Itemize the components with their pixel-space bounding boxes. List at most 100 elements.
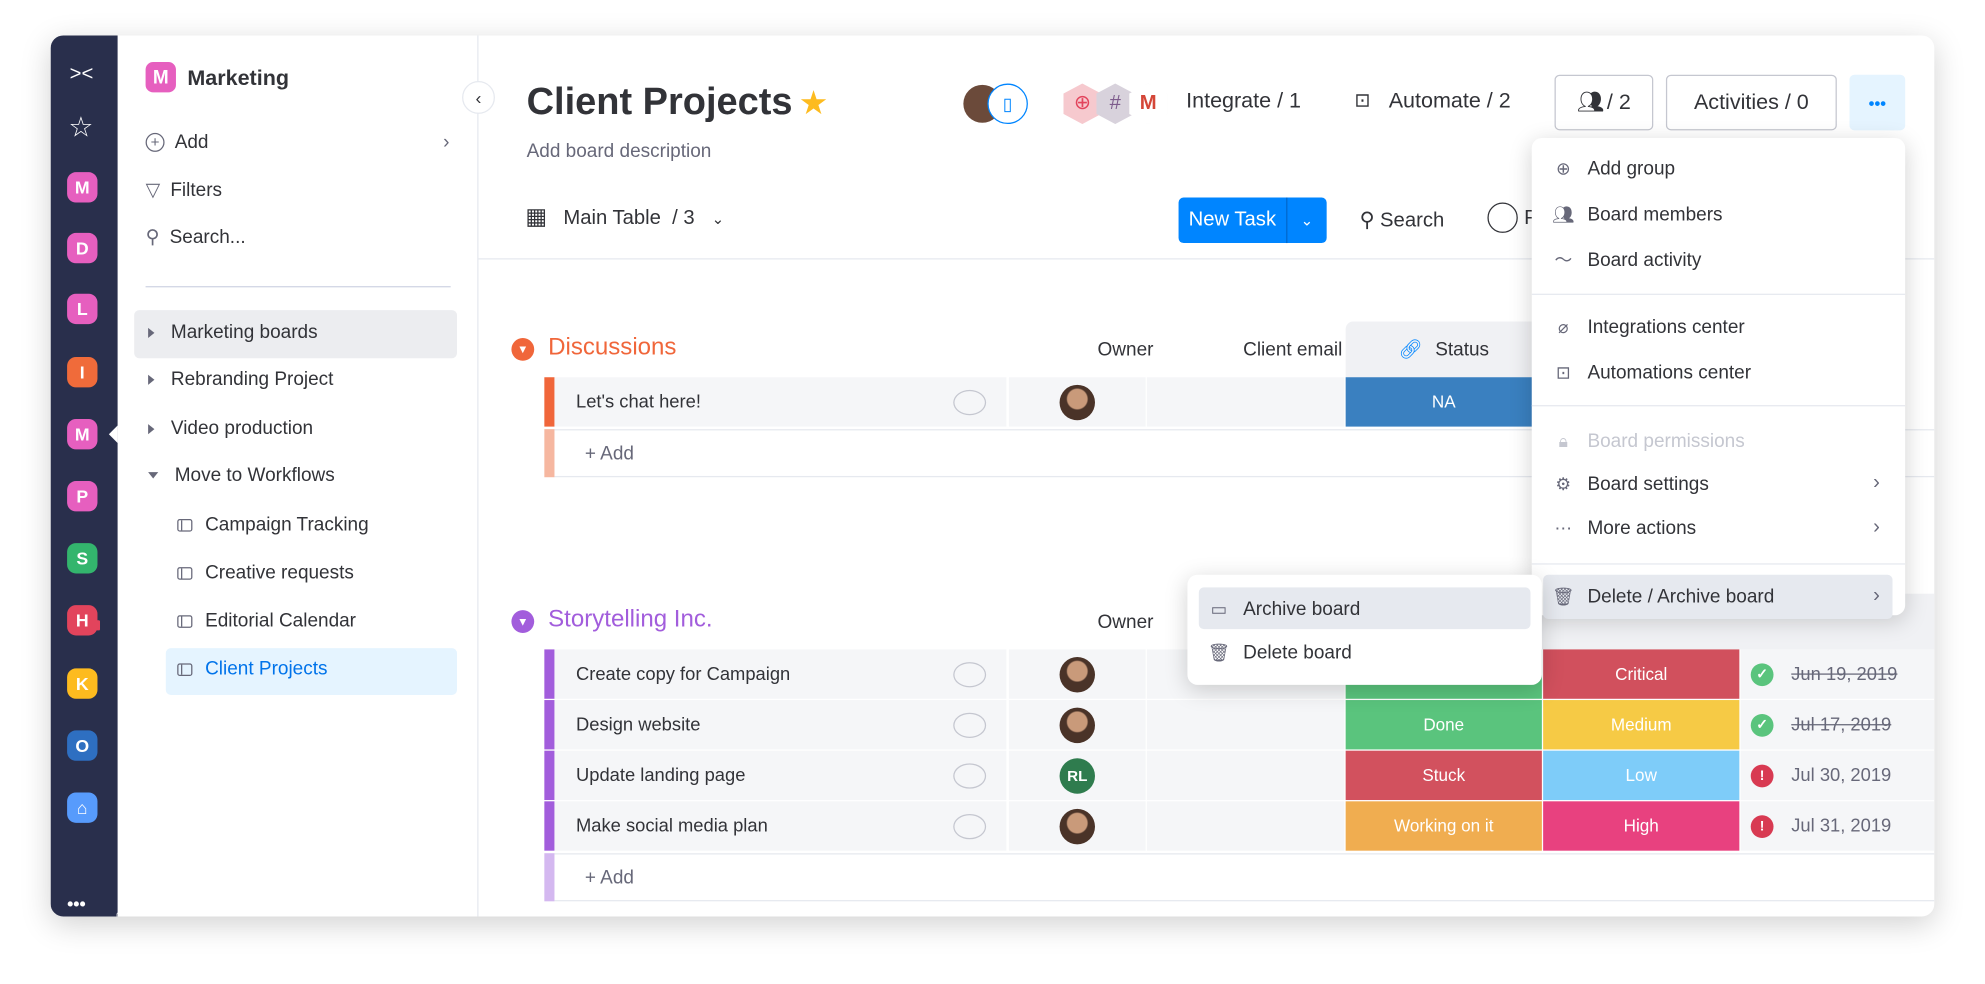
add-item-row[interactable] [554,853,1935,902]
board-item[interactable]: Campaign Tracking [177,514,369,535]
menu-item-integrations-center[interactable]: ⌀ Integrations center [1552,306,1893,347]
add-item[interactable]: + Add › [145,132,449,153]
priority-cell[interactable]: Low [1543,750,1740,801]
owner-cell[interactable] [1008,377,1146,427]
owner-cell[interactable] [1008,801,1146,851]
column-header-owner[interactable]: Owner [1098,611,1154,633]
automate-button[interactable]: Automate / 2 [1389,89,1511,114]
priority-cell[interactable]: Critical [1543,649,1740,699]
view-selector[interactable]: Main Table / 3 ⌄ [563,208,724,231]
workspace-m-icon[interactable]: M [67,419,98,450]
workspace-l-icon[interactable]: L [67,293,98,325]
comment-bubble-icon[interactable] [953,813,987,839]
priority-cell[interactable]: Medium [1543,700,1740,750]
search-item[interactable]: ⚲ Search... [146,225,246,248]
person-filter-icon[interactable] [1487,202,1518,233]
chevron-down-icon[interactable]: ⌄ [1287,197,1326,243]
status-cell[interactable]: Working on it [1345,801,1542,851]
date-cell[interactable]: ✓ Jul 17, 2019 [1740,700,1935,750]
owner-cell[interactable] [1008,649,1146,699]
date-cell[interactable]: ✓ Jun 19, 2019 [1740,649,1935,699]
filters-item[interactable]: ▽ Filters [146,178,222,201]
column-header-email[interactable]: Client email [1243,339,1342,361]
filter-icon: ▽ [145,179,161,202]
owner-cell[interactable] [1008,700,1146,750]
folder-item[interactable]: Rebranding Project [148,368,333,390]
slack-icon[interactable]: # [1096,83,1135,125]
group-title[interactable]: Discussions [548,334,676,362]
workspace-d-icon[interactable]: D [67,232,98,264]
column-header-owner[interactable]: Owner [1098,339,1154,361]
item-name[interactable]: Design website [554,700,1007,750]
item-name[interactable]: Create copy for Campaign [554,649,1007,699]
favorite-star-icon[interactable]: ★ [799,84,829,123]
comment-bubble-icon[interactable] [953,661,987,687]
search-button[interactable]: ⚲ Search [1360,208,1445,233]
workspace-name[interactable]: Marketing [187,66,289,91]
status-cell[interactable]: Stuck [1345,750,1542,801]
workspace-p-icon[interactable]: P [67,481,98,512]
email-cell[interactable] [1146,801,1345,851]
collapse-icon[interactable]: >< [70,63,94,86]
gmail-icon[interactable]: M [1129,83,1168,125]
board-item[interactable]: Editorial Calendar [177,610,356,632]
item-name[interactable]: Make social media plan [554,801,1007,851]
group-title[interactable]: Storytelling Inc. [548,606,712,634]
workspace-k-icon[interactable]: K [67,668,98,699]
delete-board-item[interactable]: 🗑︎ Delete board [1208,632,1530,673]
new-task-label[interactable]: New Task [1179,197,1288,244]
workspace-o-icon[interactable]: O [67,730,98,761]
home-workspace-icon[interactable]: ⌂ [67,792,98,823]
more-options-button[interactable]: ••• [1849,74,1906,131]
menu-item-automations-center[interactable]: ⊡ Automations center [1552,352,1893,393]
menu-item-board-settings[interactable]: ⚙︎ Board settings › [1552,463,1893,504]
column-header-status[interactable]: 🔗︎ Status [1345,321,1542,378]
menu-item-board-members[interactable]: 👥︎ Board members [1552,194,1893,235]
add-item-label[interactable]: + Add [585,443,634,465]
date-cell[interactable]: ! Jul 31, 2019 [1740,801,1935,851]
comment-bubble-icon[interactable] [953,389,987,415]
group-collapse-icon[interactable]: ▼ [511,337,535,361]
menu-item-more-actions[interactable]: ⋯ More actions › [1552,508,1893,549]
favorites-star-icon[interactable]: ☆ [68,111,93,144]
integrate-button[interactable]: Integrate / 1 [1186,89,1301,114]
priority-cell[interactable]: High [1543,801,1740,851]
comment-bubble-icon[interactable] [953,762,987,789]
activities-button[interactable]: Activities / 0 [1665,74,1837,131]
board-item[interactable]: Client Projects [177,658,327,680]
members-button[interactable]: 👥︎/ 2 [1554,74,1654,131]
date-cell[interactable]: ! Jul 30, 2019 [1740,750,1935,801]
view-board-icon[interactable]: ▯ [987,83,1028,125]
workspace-s-icon[interactable]: S [67,543,98,574]
board-item[interactable]: Creative requests [177,562,354,584]
email-cell[interactable] [1146,700,1345,750]
email-cell[interactable] [1146,377,1345,427]
folder-item[interactable]: Move to Workflows [148,465,335,486]
filters-label: Filters [170,179,223,201]
menu-item-board-activity[interactable]: 〜 Board activity [1552,239,1893,280]
menu-item-delete-archive-board[interactable]: 🗑︎ Delete / Archive board › [1552,576,1893,617]
collapse-sidebar-button[interactable]: ‹ [462,81,495,114]
more-icon[interactable]: ••• [67,894,86,914]
item-name[interactable]: Let's chat here! [554,377,1007,427]
status-cell[interactable]: NA [1345,377,1542,427]
item-name[interactable]: Update landing page [554,750,1007,801]
email-cell[interactable] [1146,750,1345,801]
add-item-label[interactable]: + Add [585,867,634,889]
new-task-button[interactable]: New Task ⌄ [1178,197,1327,244]
board-description[interactable]: Add board description [527,141,712,163]
folder-item[interactable]: Video production [148,418,313,439]
folder-item[interactable]: Marketing boards [148,322,318,343]
page-title[interactable]: Client Projects [527,81,793,124]
workspace-i-icon[interactable]: I [67,356,98,388]
menu-item-add-group[interactable]: ⊕ Add group [1552,148,1893,189]
archive-board-item[interactable]: ▭ Archive board [1208,589,1530,630]
comment-bubble-icon[interactable] [953,712,987,738]
owner-cell[interactable]: RL [1008,750,1146,801]
view-name: Main Table [563,207,661,230]
twilio-icon[interactable]: ⊕ [1063,83,1102,125]
status-cell[interactable]: Done [1345,700,1542,750]
members-icon: 👥︎ [1552,203,1575,224]
group-collapse-icon[interactable]: ▼ [511,610,535,633]
workspace-m-icon[interactable]: M [67,172,98,203]
